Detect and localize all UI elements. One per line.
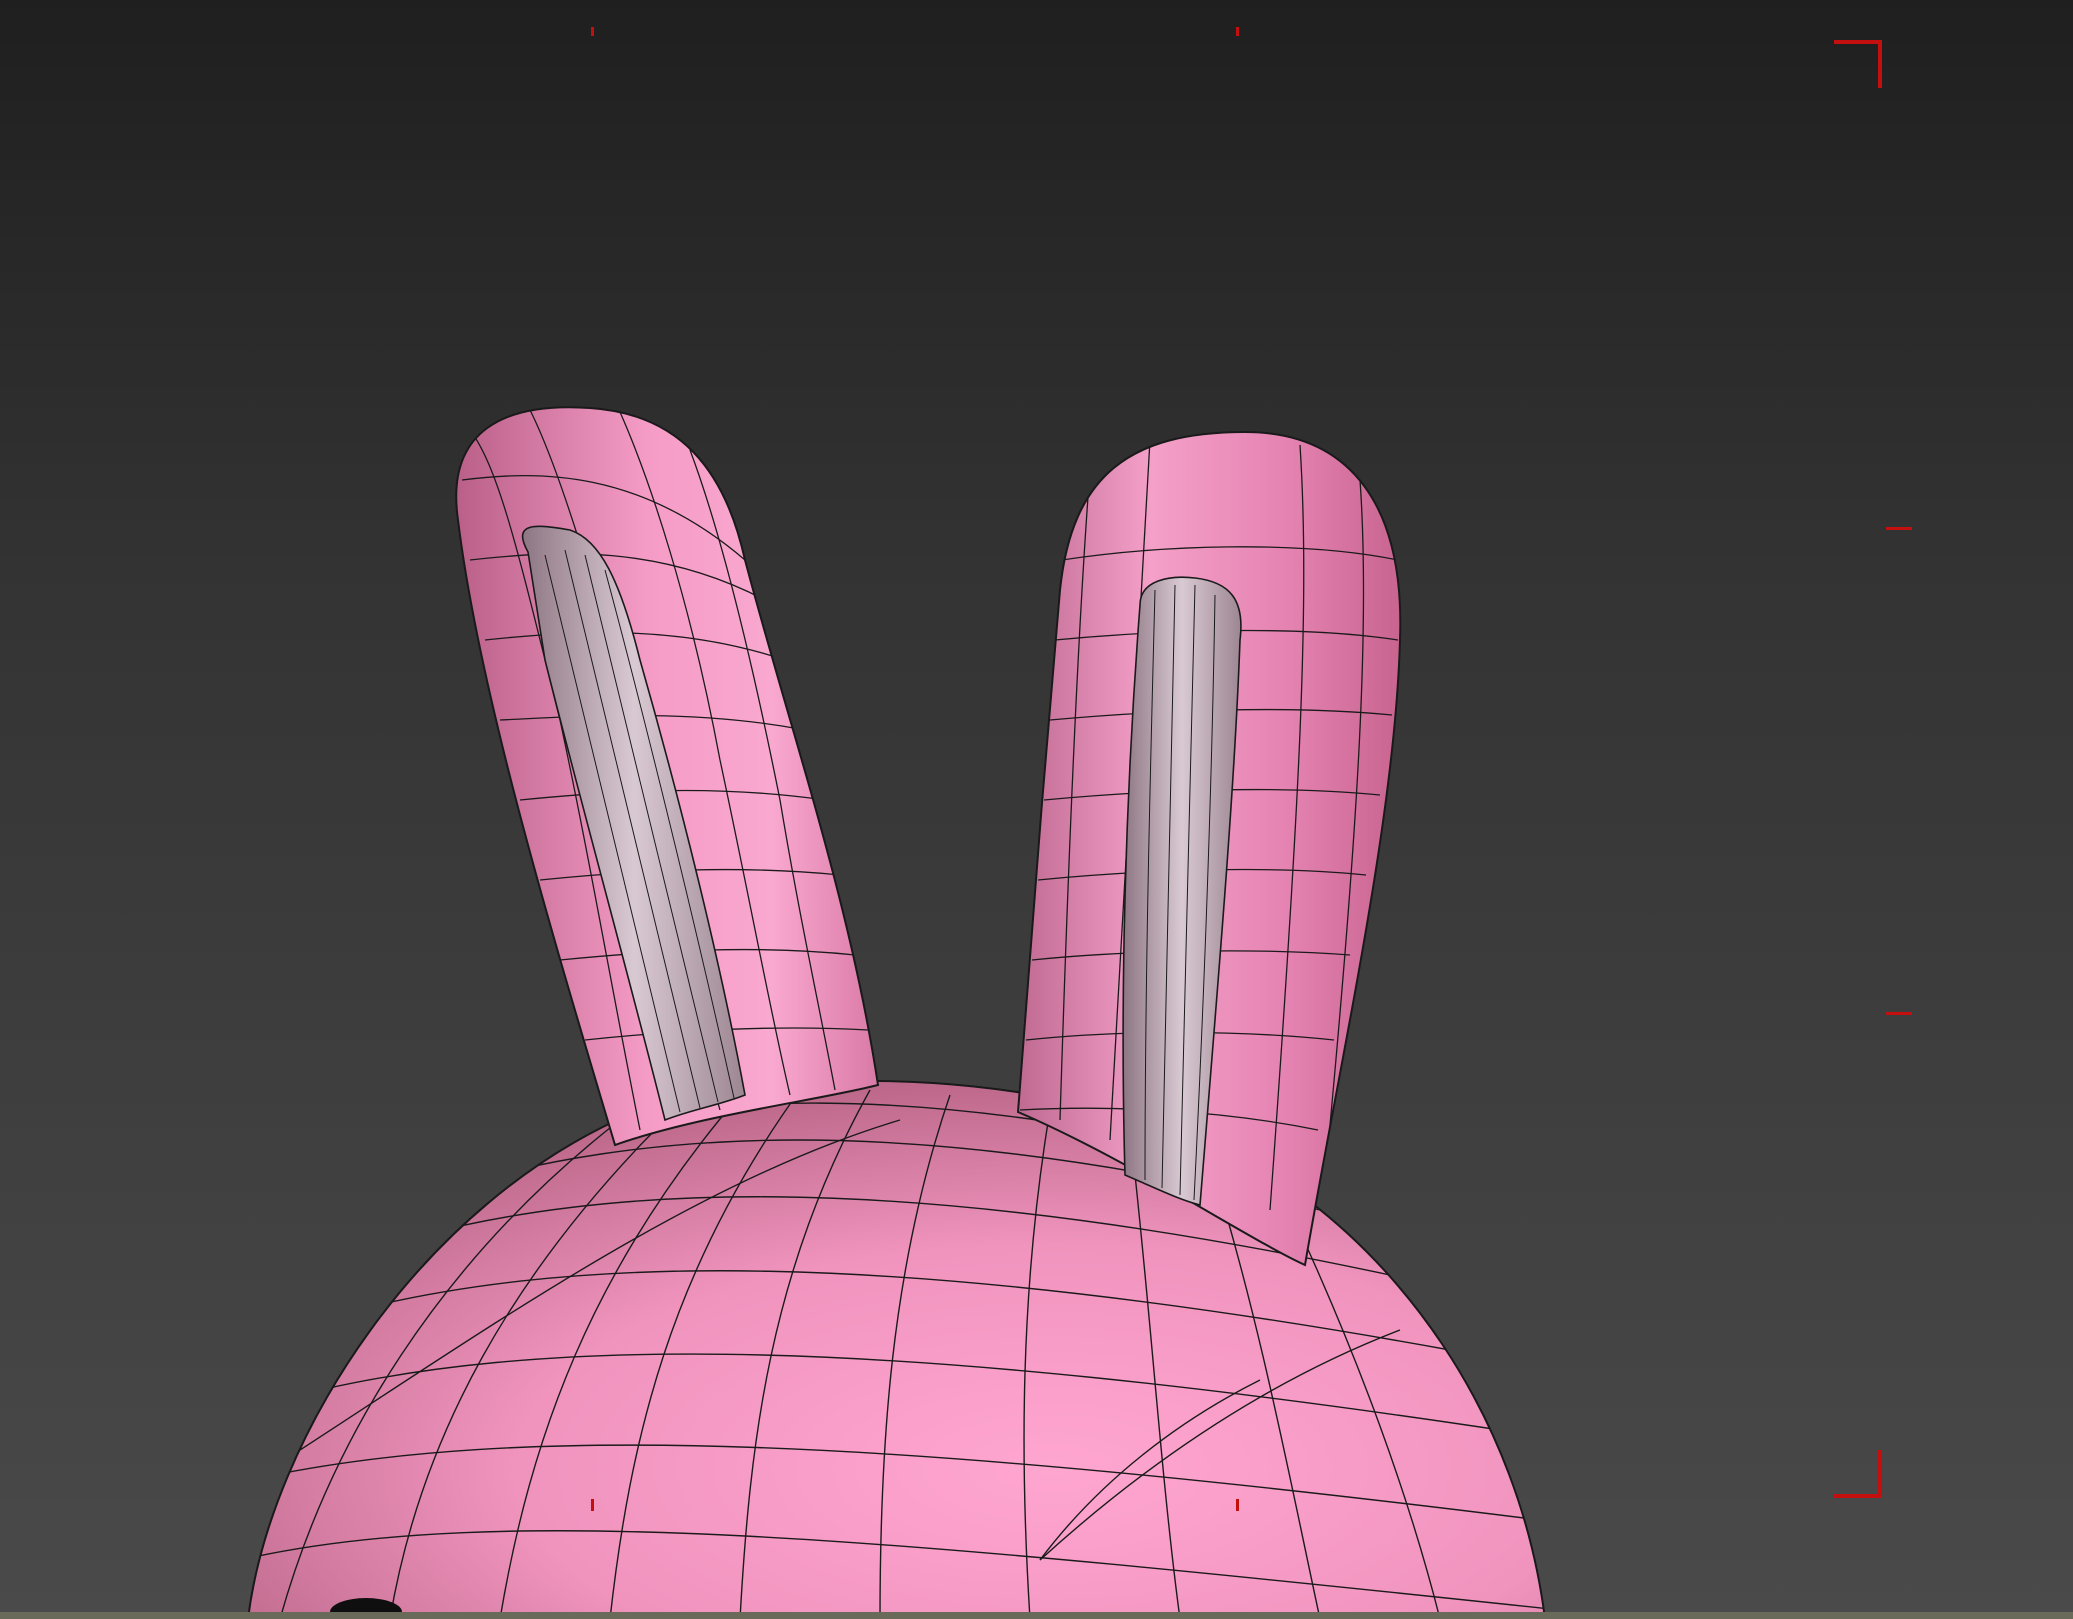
safe-frame-corner-bottom-right [1834,1450,1882,1498]
safe-frame-tick-bottom-left [591,1499,594,1511]
safe-frame-corner-top-right [1834,40,1882,88]
rabbit-model[interactable] [0,0,2073,1619]
safe-frame-tick-top-right [1236,27,1239,36]
3d-viewport[interactable] [0,0,2073,1619]
viewport-bottom-border [0,1612,2073,1619]
safe-frame-tick-right-lower [1886,1012,1912,1015]
head-mesh[interactable] [240,1079,1560,1619]
left-ear-mesh[interactable] [455,406,880,1147]
safe-frame-tick-right-upper [1886,527,1912,530]
safe-frame-tick-top-left [591,27,594,36]
safe-frame-tick-bottom-right [1236,1499,1239,1511]
